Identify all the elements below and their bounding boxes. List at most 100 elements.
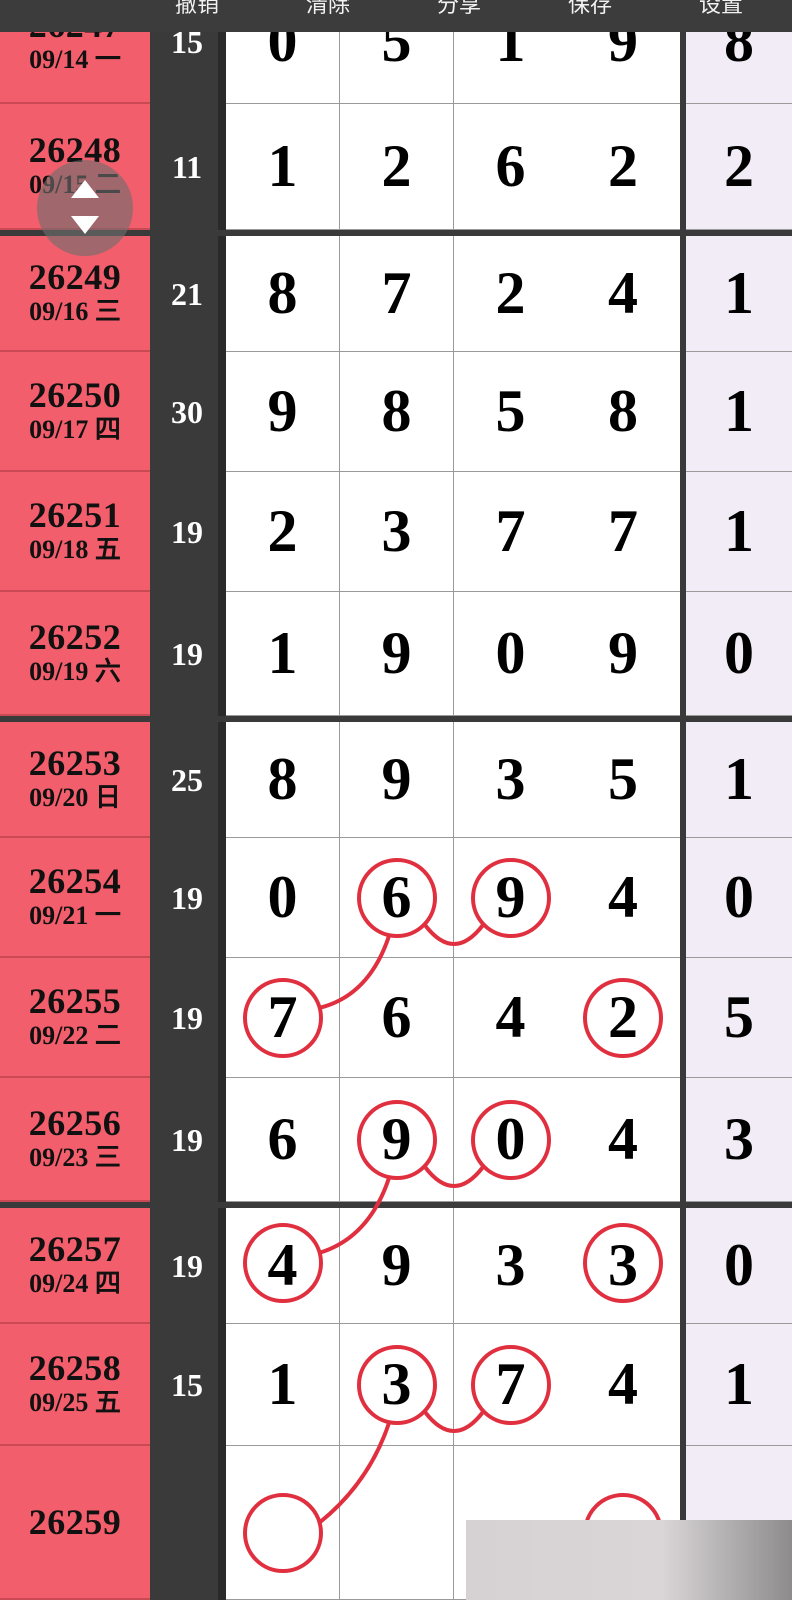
toolbar: 撤销 清除 分享 保存 设置 [0, 0, 792, 32]
sum-cell: 19 [150, 958, 224, 1078]
save-button[interactable]: 保存 [535, 0, 645, 26]
digit-cell[interactable]: 7 [454, 472, 568, 592]
clear-button[interactable]: 清除 [273, 0, 383, 26]
digit-cell[interactable]: 1 [226, 592, 340, 716]
digit-cell[interactable]: 8 [226, 722, 340, 838]
issue-date: 09/24 四 [29, 1269, 121, 1298]
digit-cell[interactable]: 7 [340, 236, 454, 352]
issue-cell: 26255 09/22 二 [0, 958, 150, 1078]
digit-cell[interactable]: 6 [340, 958, 454, 1078]
digit-cell[interactable]: 5 [454, 352, 568, 472]
issue-cell: 26256 09/23 三 [0, 1078, 150, 1202]
extra-digit-cell[interactable]: 0 [686, 592, 792, 716]
extra-digit-cell[interactable]: 2 [686, 104, 792, 230]
issue-date: 09/19 六 [29, 657, 121, 686]
digit-cell[interactable]: 9 [340, 722, 454, 838]
digit-cell[interactable]: 3 [340, 1324, 454, 1446]
digit-cell[interactable]: 2 [566, 104, 680, 230]
table-row: 26258 09/25 五 15 1 3 7 4 1 [0, 1324, 792, 1446]
digit-cell[interactable]: 4 [566, 236, 680, 352]
scroll-handle[interactable] [37, 160, 133, 256]
column-divider [218, 1324, 226, 1446]
digit-cell[interactable]: 9 [340, 1078, 454, 1202]
extra-digit-cell[interactable]: 1 [686, 236, 792, 352]
extra-digit-cell[interactable]: 1 [686, 1324, 792, 1446]
arrow-down-icon [71, 216, 99, 234]
issue-number: 26254 [28, 861, 122, 901]
issue-cell: 26257 09/24 四 [0, 1208, 150, 1324]
extra-digit-cell[interactable]: 1 [686, 722, 792, 838]
digit-cell[interactable]: 8 [566, 352, 680, 472]
share-button[interactable]: 分享 [404, 0, 514, 26]
digit-cell[interactable]: 3 [454, 1208, 568, 1324]
digit-cell[interactable]: 2 [454, 236, 568, 352]
digit-cell[interactable]: 5 [566, 722, 680, 838]
sum-cell: 25 [150, 722, 224, 838]
table-row: 26255 09/22 二 19 7 6 4 2 5 [0, 958, 792, 1078]
digit-cell[interactable]: 4 [226, 1208, 340, 1324]
column-divider [218, 104, 226, 230]
sum-cell: 15 [150, 1324, 224, 1446]
digit-cell[interactable]: 0 [454, 1078, 568, 1202]
issue-cell: 26258 09/25 五 [0, 1324, 150, 1446]
digit-cell[interactable]: 3 [454, 722, 568, 838]
digit-cell[interactable]: 2 [340, 104, 454, 230]
digit-cell[interactable]: 3 [340, 472, 454, 592]
sum-cell: 19 [150, 1208, 224, 1324]
settings-button[interactable]: 设置 [666, 0, 776, 26]
digit-cell[interactable]: 4 [566, 1078, 680, 1202]
digit-cell[interactable]: 9 [454, 838, 568, 958]
digit-cell[interactable]: 4 [566, 1324, 680, 1446]
issue-date: 09/18 五 [29, 535, 121, 564]
digit-cell[interactable]: 4 [454, 958, 568, 1078]
digit-cell[interactable]: 6 [454, 104, 568, 230]
digit-cell[interactable] [226, 1446, 340, 1600]
table-row: 26254 09/21 一 19 0 6 9 4 0 [0, 838, 792, 958]
column-divider [218, 592, 226, 716]
extra-digit-cell[interactable]: 1 [686, 352, 792, 472]
column-divider [218, 1446, 226, 1600]
table-row: 26249 09/16 三 21 8 7 2 4 1 [0, 230, 792, 352]
digit-cell[interactable]: 2 [226, 472, 340, 592]
table-row: 26250 09/17 四 30 9 8 5 8 1 [0, 352, 792, 472]
digit-cell[interactable]: 6 [226, 1078, 340, 1202]
column-divider [218, 472, 226, 592]
issue-cell: 26259 [0, 1446, 150, 1600]
digit-cell[interactable]: 9 [340, 1208, 454, 1324]
digit-cell[interactable]: 1 [226, 1324, 340, 1446]
column-divider [218, 958, 226, 1078]
digit-cell[interactable]: 8 [340, 352, 454, 472]
table-row: 26252 09/19 六 19 1 9 0 9 0 [0, 592, 792, 716]
digit-cell[interactable]: 4 [566, 838, 680, 958]
extra-digit-cell[interactable]: 5 [686, 958, 792, 1078]
column-divider [218, 352, 226, 472]
digit-cell[interactable]: 6 [340, 838, 454, 958]
column-divider [218, 1078, 226, 1202]
sum-cell: 21 [150, 236, 224, 352]
arrow-up-icon [71, 180, 99, 198]
digit-cell[interactable]: 7 [454, 1324, 568, 1446]
digit-cell[interactable]: 9 [566, 592, 680, 716]
issue-date: 09/14 一 [29, 45, 121, 74]
undo-button[interactable]: 撤销 [142, 0, 252, 26]
issue-date: 09/25 五 [29, 1388, 121, 1417]
digit-cell[interactable]: 8 [226, 236, 340, 352]
digit-cell[interactable] [340, 1446, 454, 1600]
digit-cell[interactable]: 2 [566, 958, 680, 1078]
digit-cell[interactable]: 9 [340, 592, 454, 716]
digit-cell[interactable]: 0 [226, 838, 340, 958]
digit-cell[interactable]: 1 [226, 104, 340, 230]
digit-cell[interactable]: 7 [566, 472, 680, 592]
issue-number: 26258 [28, 1348, 122, 1388]
digit-cell[interactable]: 3 [566, 1208, 680, 1324]
issue-number: 26252 [28, 617, 122, 657]
issue-date: 09/16 三 [29, 297, 121, 326]
table-row: 26257 09/24 四 19 4 9 3 3 0 [0, 1202, 792, 1324]
extra-digit-cell[interactable]: 0 [686, 838, 792, 958]
extra-digit-cell[interactable]: 1 [686, 472, 792, 592]
extra-digit-cell[interactable]: 0 [686, 1208, 792, 1324]
digit-cell[interactable]: 7 [226, 958, 340, 1078]
digit-cell[interactable]: 9 [226, 352, 340, 472]
extra-digit-cell[interactable]: 3 [686, 1078, 792, 1202]
digit-cell[interactable]: 0 [454, 592, 568, 716]
